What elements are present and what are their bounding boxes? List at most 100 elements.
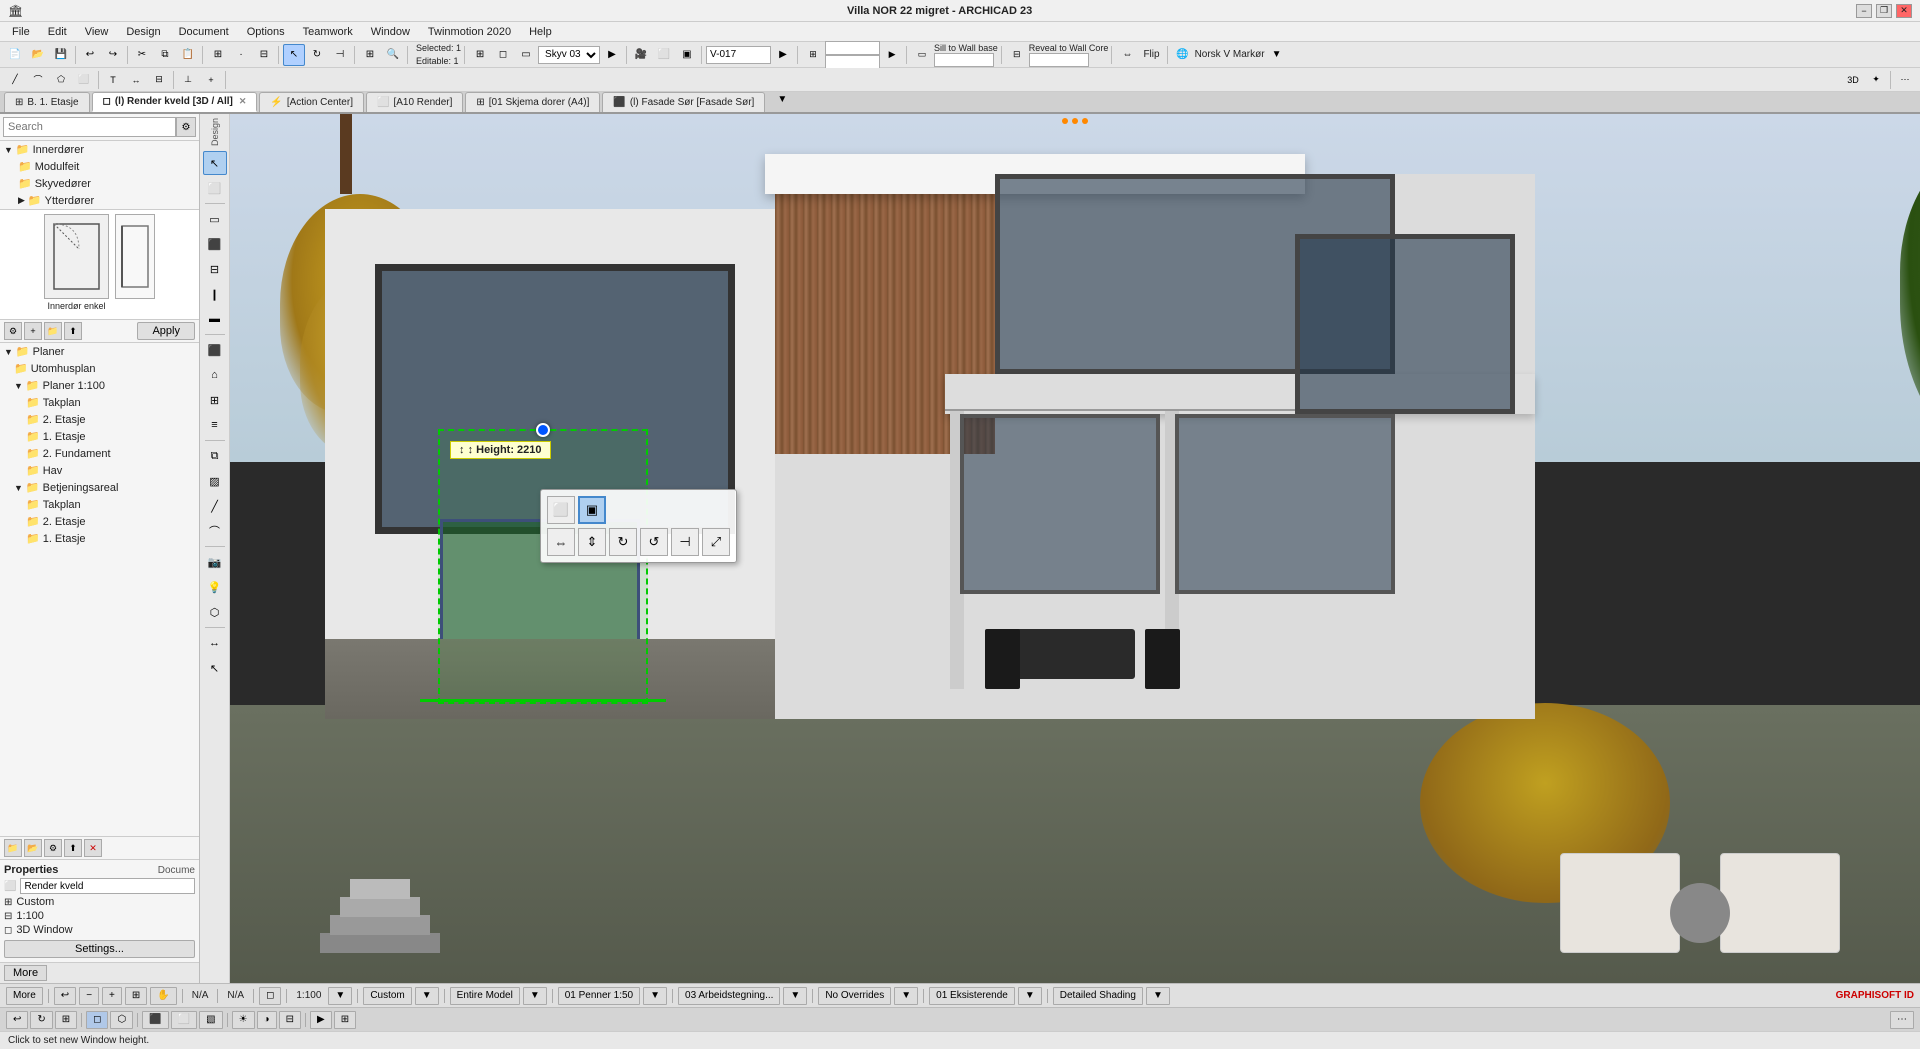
bb-more[interactable]: ⋯: [1890, 1011, 1914, 1029]
overrides-dropdown[interactable]: ▼: [894, 987, 918, 1005]
tool-fill[interactable]: ▨: [203, 469, 227, 493]
view-mode-wire[interactable]: ⬜: [171, 1011, 197, 1029]
apply-button[interactable]: Apply: [137, 322, 195, 340]
search-gear-btn[interactable]: ⚙: [176, 117, 196, 137]
layer-dropdown[interactable]: ▼: [1018, 987, 1042, 1005]
minimize-button[interactable]: −: [1856, 4, 1872, 18]
scale-dropdown[interactable]: ▼: [328, 987, 352, 1005]
model-dropdown[interactable]: ▼: [523, 987, 547, 1005]
popup-flip-h[interactable]: ⇔: [547, 528, 575, 556]
tree-takplan2[interactable]: 📁 Takplan: [0, 496, 199, 513]
story-nav[interactable]: ▶: [601, 44, 623, 66]
menu-file[interactable]: File: [4, 25, 38, 39]
popup-stretch[interactable]: ⤢: [702, 528, 730, 556]
drawing-btn[interactable]: 03 Arbeidstegning...: [678, 987, 780, 1005]
edges-btn[interactable]: ⊟: [279, 1011, 301, 1029]
nav-zoom-fit[interactable]: ⊞: [55, 1011, 77, 1029]
overrides-btn[interactable]: No Overrides: [818, 987, 891, 1005]
camera-3[interactable]: ▣: [676, 44, 698, 66]
tree-skyvedorer[interactable]: 📁 Skyvedører: [0, 175, 199, 192]
arrow-tool[interactable]: ↖: [283, 44, 305, 66]
tool-column[interactable]: ❙: [203, 282, 227, 306]
tool-arc[interactable]: ⌒: [203, 519, 227, 543]
3d-mode-axo[interactable]: ⬡: [110, 1011, 133, 1029]
sun-btn[interactable]: ☀: [232, 1011, 255, 1029]
mirror-tool[interactable]: ⊣: [329, 44, 351, 66]
nav-orbit[interactable]: ↻: [30, 1011, 52, 1029]
tool-object[interactable]: ⬡: [203, 600, 227, 624]
snap-edge[interactable]: ⊟: [253, 44, 275, 66]
shading-btn[interactable]: Detailed Shading: [1053, 987, 1143, 1005]
layer-btn[interactable]: 01 Eksisterende: [929, 987, 1015, 1005]
more-status-btn[interactable]: More: [6, 987, 43, 1005]
panel-settings-btn[interactable]: ⚙: [4, 322, 22, 340]
flip-btn[interactable]: ⇔: [1116, 44, 1138, 66]
settings-btn[interactable]: Settings...: [4, 940, 195, 958]
zoom-fit[interactable]: ⊞: [359, 44, 381, 66]
dim-apply[interactable]: ▶: [881, 44, 903, 66]
tool-window[interactable]: ⊟: [203, 257, 227, 281]
panel-move-btn[interactable]: ⬆: [64, 322, 82, 340]
dim-width-input[interactable]: 3990: [825, 41, 880, 55]
tab-more-btn[interactable]: ▼: [771, 88, 793, 110]
undo-status-btn[interactable]: ↩: [54, 987, 76, 1005]
dim-height-input[interactable]: 2190: [825, 55, 880, 69]
level-tool[interactable]: ⊟: [148, 69, 170, 91]
reveal-value-input[interactable]: 90: [1029, 53, 1089, 67]
view-mode-solid[interactable]: ⬛: [142, 1011, 168, 1029]
menu-design[interactable]: Design: [118, 25, 168, 39]
popup-door-active[interactable]: ▣: [578, 496, 606, 524]
undo-btn[interactable]: ↩: [79, 44, 101, 66]
menu-options[interactable]: Options: [239, 25, 293, 39]
menu-help[interactable]: Help: [521, 25, 560, 39]
render-quick[interactable]: ▶: [310, 1011, 332, 1029]
tree-etasje2-1[interactable]: 📁 2. Etasje: [0, 411, 199, 428]
viewport[interactable]: ↕ ↕ Height: 2210 ⬜ ▣ ⇔ ⇕ ↻: [230, 114, 1920, 983]
view-go[interactable]: ▶: [772, 44, 794, 66]
tree-move-btn[interactable]: ⬆: [64, 839, 82, 857]
popup-flip-v[interactable]: ⇕: [578, 528, 606, 556]
cut-btn[interactable]: ✂: [131, 44, 153, 66]
3d-btn[interactable]: 3D: [1842, 69, 1864, 91]
pen-btn[interactable]: 01 Penner 1:50: [558, 987, 640, 1005]
more-btn[interactable]: ⋯: [1894, 69, 1916, 91]
tree-innerdorer[interactable]: ▼ 📁 Innerdører: [0, 141, 199, 158]
tool-line[interactable]: ╱: [203, 494, 227, 518]
menu-view[interactable]: View: [77, 25, 117, 39]
gravity-tool[interactable]: ⊥: [177, 69, 199, 91]
tool-select[interactable]: ↖: [203, 151, 227, 175]
tool-stair[interactable]: ≡: [203, 413, 227, 437]
search-input[interactable]: [3, 117, 176, 137]
3d-mode-perspective[interactable]: ◻: [86, 1011, 108, 1029]
custom-btn[interactable]: Custom: [363, 987, 411, 1005]
tool-door[interactable]: ⬛: [203, 232, 227, 256]
tab-fasade-sor[interactable]: ⬛ (l) Fasade Sør [Fasade Sør]: [602, 92, 765, 112]
arc-tool[interactable]: ⌒: [27, 69, 49, 91]
tree-takplan1[interactable]: 📁 Takplan: [0, 394, 199, 411]
tree-etasje1-1[interactable]: 📁 1. Etasje: [0, 428, 199, 445]
tool-pointer2[interactable]: ↖: [203, 656, 227, 680]
more-button[interactable]: More: [4, 965, 47, 981]
shadow-btn[interactable]: ◑: [257, 1011, 277, 1029]
lang-dropdown[interactable]: ▼: [1266, 44, 1288, 66]
view-type-elev[interactable]: ▭: [515, 44, 537, 66]
tab-action-center[interactable]: ⚡ [Action Center]: [259, 92, 364, 112]
shading-dropdown[interactable]: ▼: [1146, 987, 1170, 1005]
nav-back[interactable]: ↩: [6, 1011, 28, 1029]
save-btn[interactable]: 💾: [50, 44, 72, 66]
model-btn[interactable]: Entire Model: [450, 987, 520, 1005]
sill-value-input[interactable]: 0: [934, 53, 994, 67]
3d-view-btn[interactable]: ◻: [259, 987, 281, 1005]
view-type-plan[interactable]: ⊞: [469, 44, 491, 66]
tab-render-kveld[interactable]: ◻ (l) Render kveld [3D / All] ✕: [92, 92, 258, 112]
tree-planer[interactable]: ▼ 📁 Planer: [0, 343, 199, 360]
copy-btn[interactable]: ⧉: [154, 44, 176, 66]
tool-mesh[interactable]: ⊞: [203, 388, 227, 412]
tool-beam[interactable]: ▬: [203, 307, 227, 331]
tree-utomhusplan[interactable]: 📁 Utomhusplan: [0, 360, 199, 377]
drawing-dropdown[interactable]: ▼: [783, 987, 807, 1005]
tree-settings-btn[interactable]: ⚙: [44, 839, 62, 857]
tab-b1etasje[interactable]: ⊞ B. 1. Etasje: [4, 92, 90, 112]
restore-button[interactable]: ❐: [1876, 4, 1892, 18]
camera-2[interactable]: ⬜: [653, 44, 675, 66]
